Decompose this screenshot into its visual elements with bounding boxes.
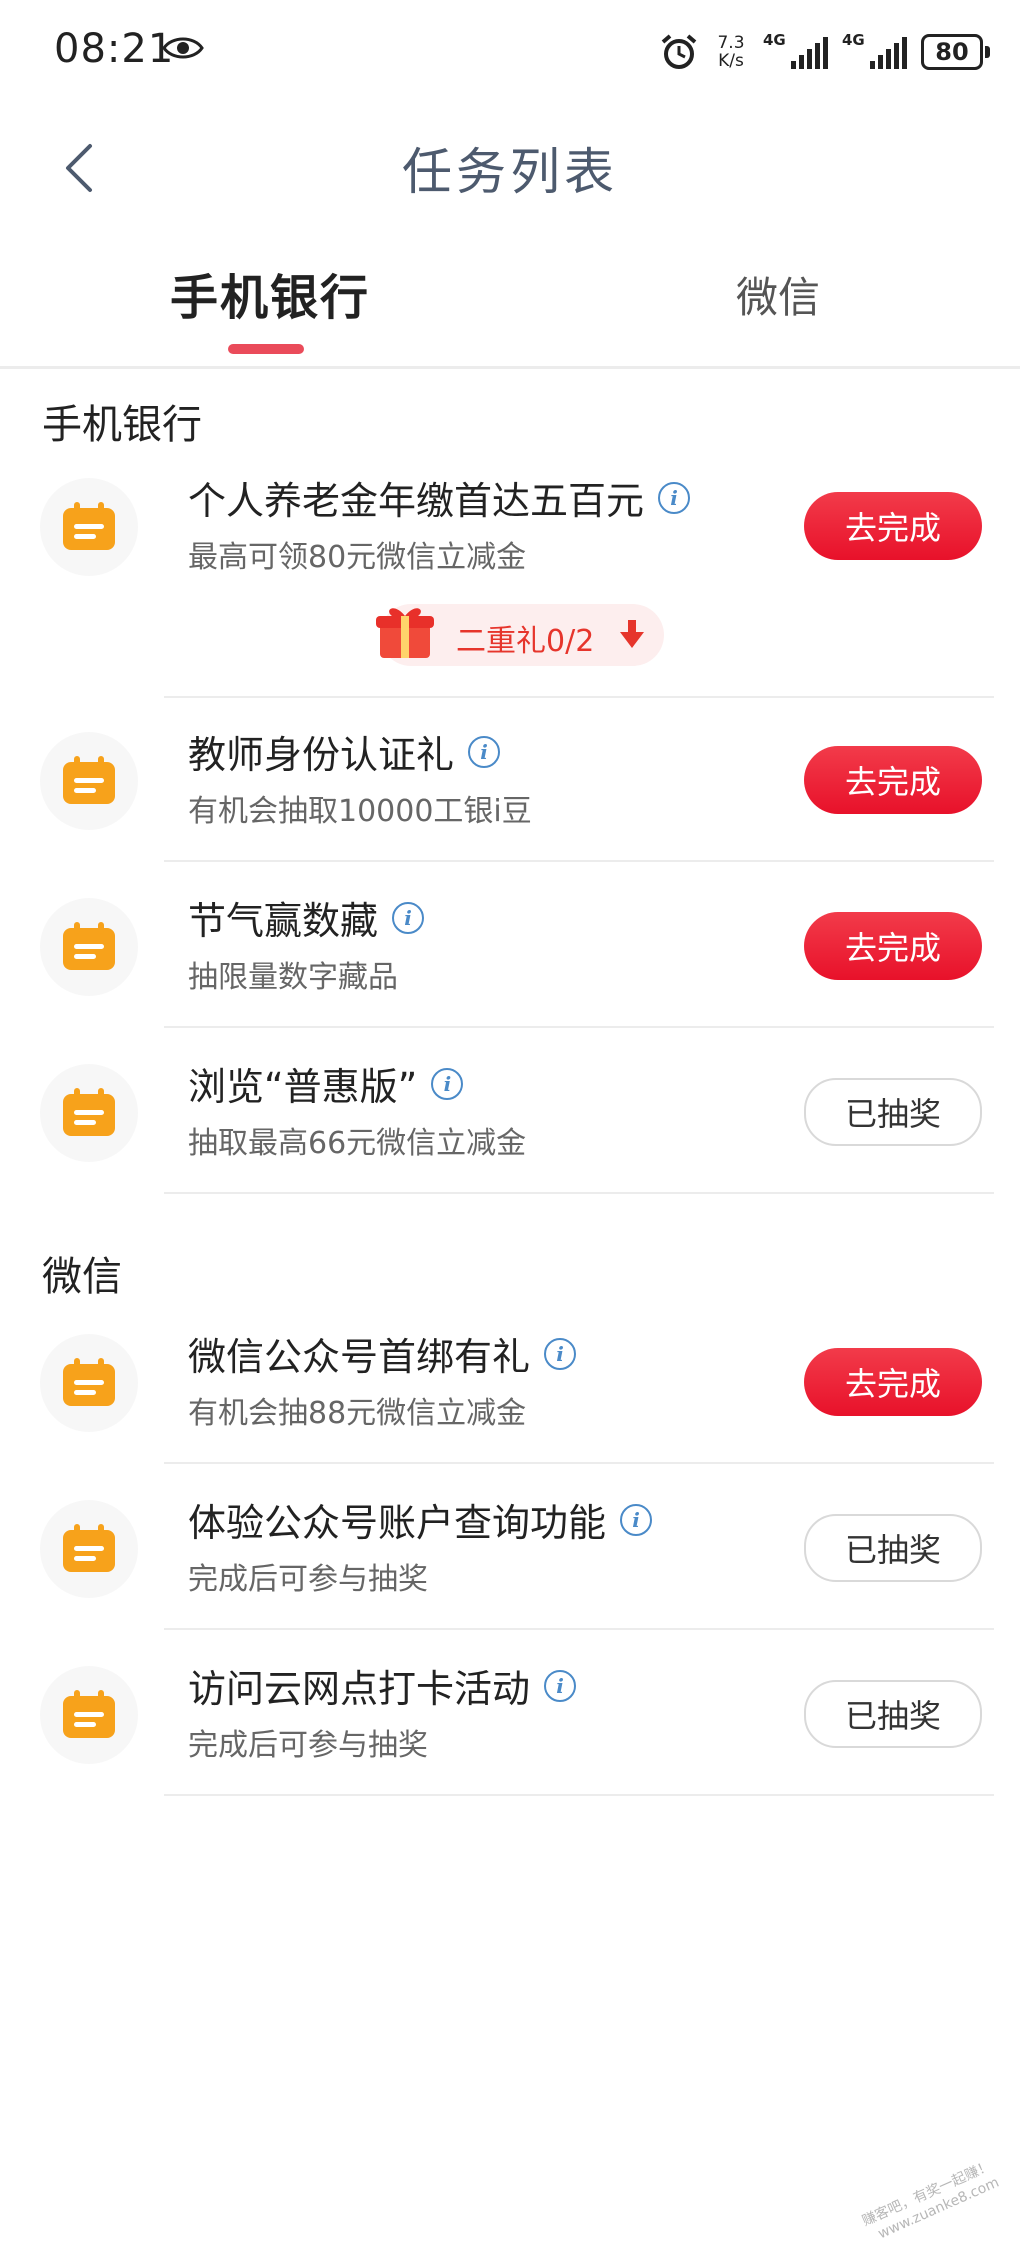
task-icon xyxy=(40,898,138,996)
section-title-mobile-banking: 手机银行 xyxy=(42,402,202,448)
task-icon xyxy=(40,1500,138,1598)
gift-box-icon xyxy=(376,608,434,658)
task-name-text: 浏览“普惠版” xyxy=(188,1065,418,1109)
info-icon[interactable]: i xyxy=(544,1669,577,1702)
signal-type-label: 4G xyxy=(842,31,865,49)
complete-task-button[interactable]: 去完成 xyxy=(804,912,982,980)
task-description: 有机会抽取10000工银i豆 xyxy=(188,794,532,829)
signal-strength-icon: 4G xyxy=(842,31,907,69)
tab-active-indicator xyxy=(228,344,304,354)
info-icon[interactable]: i xyxy=(620,1503,653,1536)
calendar-icon xyxy=(63,1690,115,1738)
arrow-down-icon xyxy=(620,620,644,648)
info-icon[interactable]: i xyxy=(544,1337,577,1370)
divider xyxy=(164,1026,994,1028)
info-icon[interactable]: i xyxy=(658,481,691,514)
task-name: 节气赢数藏 i xyxy=(188,890,425,945)
section-title-wechat: 微信 xyxy=(42,1254,122,1300)
task-name: 浏览“普惠版” i xyxy=(188,1056,464,1111)
battery-icon: 80 xyxy=(921,34,990,70)
task-description: 完成后可参与抽奖 xyxy=(188,1728,428,1763)
calendar-icon xyxy=(63,502,115,550)
alarm-clock-icon xyxy=(661,34,697,69)
network-speed-value: 7.3 xyxy=(717,33,745,53)
divider xyxy=(164,860,994,862)
battery-level: 80 xyxy=(921,34,983,70)
task-name-text: 节气赢数藏 xyxy=(188,899,379,943)
task-name-text: 教师身份认证礼 xyxy=(188,733,455,777)
gift-progress-label: 二重礼0/2 xyxy=(456,624,595,659)
lottery-done-button[interactable]: 已抽奖 xyxy=(804,1680,982,1748)
complete-task-button[interactable]: 去完成 xyxy=(804,492,982,560)
divider xyxy=(164,1794,994,1796)
status-time: 08:21 xyxy=(54,26,175,72)
divider xyxy=(164,1192,994,1194)
task-icon xyxy=(40,1666,138,1764)
task-description: 抽限量数字藏品 xyxy=(188,960,398,995)
signal-strength-icon: 4G xyxy=(763,31,828,69)
tab-bar: 手机银行 微信 xyxy=(0,240,1020,369)
complete-task-button[interactable]: 去完成 xyxy=(804,746,982,814)
gift-progress-pill[interactable]: 二重礼0/2 xyxy=(376,604,664,666)
calendar-icon xyxy=(63,922,115,970)
watermark: 赚客吧，有奖一起赚！ www.zuanke8.com xyxy=(859,2157,1002,2247)
status-bar: 08:21 7.3 K/s 4G 4G 80 xyxy=(0,0,1020,100)
tab-wechat[interactable]: 微信 xyxy=(736,264,820,325)
task-icon xyxy=(40,1064,138,1162)
task-name: 教师身份认证礼 i xyxy=(188,724,501,779)
task-description: 最高可领80元微信立减金 xyxy=(188,540,527,575)
calendar-icon xyxy=(63,1358,115,1406)
task-name: 体验公众号账户查询功能 i xyxy=(188,1492,653,1547)
task-name: 访问云网点打卡活动 i xyxy=(188,1658,577,1713)
signal-type-label: 4G xyxy=(763,31,786,49)
task-name-text: 微信公众号首绑有礼 xyxy=(188,1335,531,1379)
complete-task-button[interactable]: 去完成 xyxy=(804,1348,982,1416)
page-title: 任务列表 xyxy=(402,143,618,201)
eye-icon xyxy=(162,37,204,59)
calendar-icon xyxy=(63,756,115,804)
info-icon[interactable]: i xyxy=(431,1067,464,1100)
network-speed: 7.3 K/s xyxy=(713,34,749,70)
divider xyxy=(164,1628,994,1630)
task-icon xyxy=(40,478,138,576)
divider xyxy=(164,1462,994,1464)
task-name-text: 体验公众号账户查询功能 xyxy=(188,1501,607,1545)
task-name-text: 个人养老金年缴首达五百元 xyxy=(188,479,645,523)
lottery-done-button[interactable]: 已抽奖 xyxy=(804,1514,982,1582)
task-description: 有机会抽88元微信立减金 xyxy=(188,1396,527,1431)
tab-mobile-banking[interactable]: 手机银行 xyxy=(170,258,370,328)
page-header: 任务列表 xyxy=(0,110,1020,220)
calendar-icon xyxy=(63,1524,115,1572)
task-description: 抽取最高66元微信立减金 xyxy=(188,1126,527,1161)
info-icon[interactable]: i xyxy=(468,735,501,768)
task-icon xyxy=(40,732,138,830)
lottery-done-button[interactable]: 已抽奖 xyxy=(804,1078,982,1146)
calendar-icon xyxy=(63,1088,115,1136)
divider xyxy=(164,696,994,698)
task-name: 个人养老金年缴首达五百元 i xyxy=(188,470,691,525)
task-description: 完成后可参与抽奖 xyxy=(188,1562,428,1597)
task-icon xyxy=(40,1334,138,1432)
task-name: 微信公众号首绑有礼 i xyxy=(188,1326,577,1381)
network-speed-unit: K/s xyxy=(718,51,744,71)
task-name-text: 访问云网点打卡活动 xyxy=(188,1667,531,1711)
info-icon[interactable]: i xyxy=(392,901,425,934)
